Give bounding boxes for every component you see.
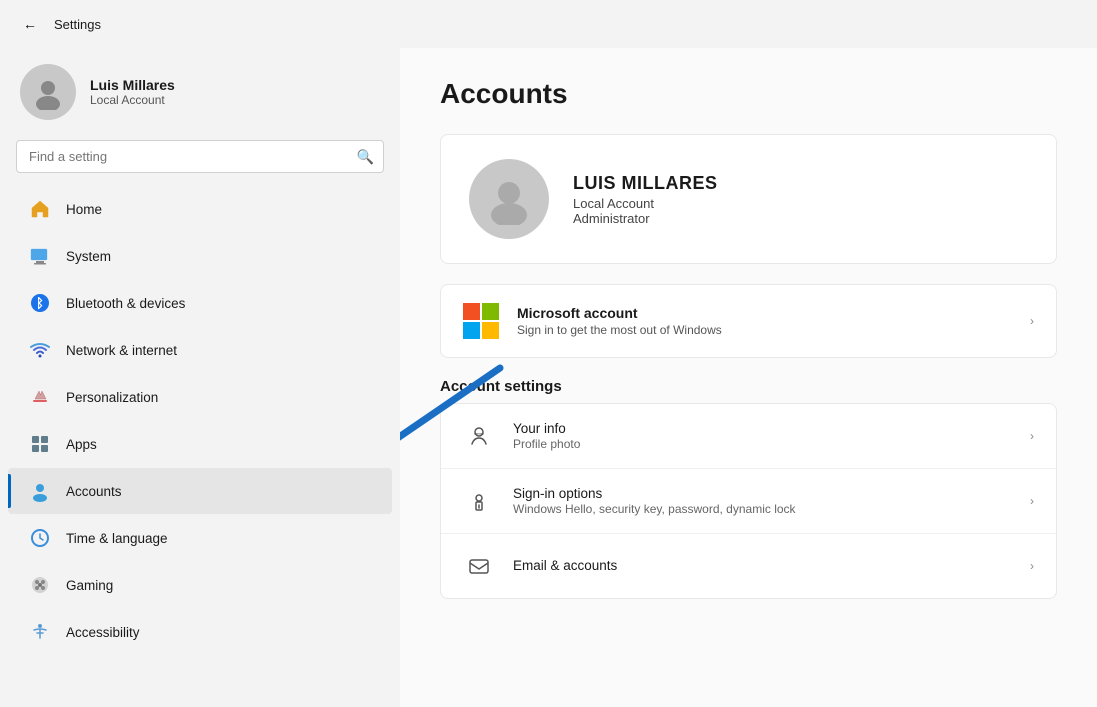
sidebar: Luis Millares Local Account 🔍 Home	[0, 48, 400, 707]
sign-in-chevron: ›	[1030, 494, 1034, 508]
app-title: Settings	[54, 17, 101, 32]
sidebar-user-type: Local Account	[90, 93, 175, 107]
page-title: Accounts	[440, 78, 1057, 110]
your-info-text: Your info Profile photo	[513, 421, 580, 451]
sidebar-item-network-label: Network & internet	[66, 343, 177, 358]
sidebar-item-gaming[interactable]: Gaming	[8, 562, 392, 608]
sidebar-item-accounts-label: Accounts	[66, 484, 122, 499]
time-icon	[28, 526, 52, 550]
settings-row-email[interactable]: Email & accounts ›	[441, 534, 1056, 598]
sidebar-item-home[interactable]: Home	[8, 186, 392, 232]
ms-logo-green	[482, 303, 499, 320]
bluetooth-icon: ᛒ	[28, 291, 52, 315]
your-info-chevron: ›	[1030, 429, 1034, 443]
sidebar-item-time[interactable]: Time & language	[8, 515, 392, 561]
sidebar-item-system[interactable]: System	[8, 233, 392, 279]
ms-account-subtitle: Sign in to get the most out of Windows	[517, 323, 722, 337]
sidebar-item-bluetooth[interactable]: ᛒ Bluetooth & devices	[8, 280, 392, 326]
sidebar-item-accounts[interactable]: Accounts	[8, 468, 392, 514]
sidebar-item-network[interactable]: Network & internet	[8, 327, 392, 373]
account-settings-card: Your info Profile photo ›	[440, 403, 1057, 599]
microsoft-logo	[463, 303, 499, 339]
title-bar: ← Settings	[0, 0, 1097, 48]
ms-account-title: Microsoft account	[517, 305, 722, 321]
sidebar-item-personalization-label: Personalization	[66, 390, 158, 405]
app-body: Luis Millares Local Account 🔍 Home	[0, 48, 1097, 707]
account-settings-section: Account settings Your info Profile photo	[440, 378, 1057, 599]
system-icon	[28, 244, 52, 268]
back-button[interactable]: ←	[16, 10, 44, 38]
email-title: Email & accounts	[513, 558, 617, 573]
sign-in-text: Sign-in options Windows Hello, security …	[513, 486, 796, 516]
ms-account-chevron: ›	[1030, 314, 1034, 328]
content-area: Accounts LUIS MILLARES Local Account Adm…	[400, 48, 1097, 707]
svg-text:ᛒ: ᛒ	[36, 296, 44, 311]
sidebar-item-gaming-label: Gaming	[66, 578, 113, 593]
settings-row-your-info[interactable]: Your info Profile photo ›	[441, 404, 1056, 469]
accessibility-icon	[28, 620, 52, 644]
account-type: Local Account	[573, 196, 718, 211]
your-info-subtitle: Profile photo	[513, 437, 580, 451]
apps-icon	[28, 432, 52, 456]
email-text: Email & accounts	[513, 558, 617, 574]
sidebar-item-bluetooth-label: Bluetooth & devices	[66, 296, 185, 311]
gaming-icon	[28, 573, 52, 597]
sign-in-title: Sign-in options	[513, 486, 796, 501]
account-name: LUIS MILLARES	[573, 173, 718, 194]
ms-account-text: Microsoft account Sign in to get the mos…	[517, 305, 722, 337]
search-input[interactable]	[16, 140, 384, 173]
your-info-icon	[463, 420, 495, 452]
sidebar-user-name: Luis Millares	[90, 77, 175, 93]
ms-account-banner[interactable]: Microsoft account Sign in to get the mos…	[440, 284, 1057, 358]
sign-in-icon	[463, 485, 495, 517]
your-info-title: Your info	[513, 421, 580, 436]
user-profile: Luis Millares Local Account	[0, 48, 400, 140]
sidebar-item-system-label: System	[66, 249, 111, 264]
home-icon	[28, 197, 52, 221]
settings-row-sign-in[interactable]: Sign-in options Windows Hello, security …	[441, 469, 1056, 534]
sign-in-subtitle: Windows Hello, security key, password, d…	[513, 502, 796, 516]
search-box: 🔍	[16, 140, 384, 173]
search-icon: 🔍	[357, 148, 374, 165]
sidebar-item-home-label: Home	[66, 202, 102, 217]
sidebar-item-personalization[interactable]: Personalization	[8, 374, 392, 420]
sidebar-item-time-label: Time & language	[66, 531, 168, 546]
account-profile-card: LUIS MILLARES Local Account Administrato…	[440, 134, 1057, 264]
personalization-icon	[28, 385, 52, 409]
email-icon	[463, 550, 495, 582]
ms-logo-blue	[463, 322, 480, 339]
ms-logo-yellow	[482, 322, 499, 339]
sidebar-item-accessibility[interactable]: Accessibility	[8, 609, 392, 655]
account-settings-title: Account settings	[440, 378, 1057, 395]
avatar	[20, 64, 76, 120]
accounts-icon	[28, 479, 52, 503]
user-info: Luis Millares Local Account	[90, 77, 175, 107]
ms-logo-red	[463, 303, 480, 320]
account-role: Administrator	[573, 211, 718, 226]
email-chevron: ›	[1030, 559, 1034, 573]
account-avatar	[469, 159, 549, 239]
nav-list: Home System ᛒ	[0, 185, 400, 707]
sidebar-item-apps[interactable]: Apps	[8, 421, 392, 467]
network-icon	[28, 338, 52, 362]
sidebar-item-apps-label: Apps	[66, 437, 97, 452]
account-details: LUIS MILLARES Local Account Administrato…	[573, 173, 718, 226]
sidebar-item-accessibility-label: Accessibility	[66, 625, 140, 640]
